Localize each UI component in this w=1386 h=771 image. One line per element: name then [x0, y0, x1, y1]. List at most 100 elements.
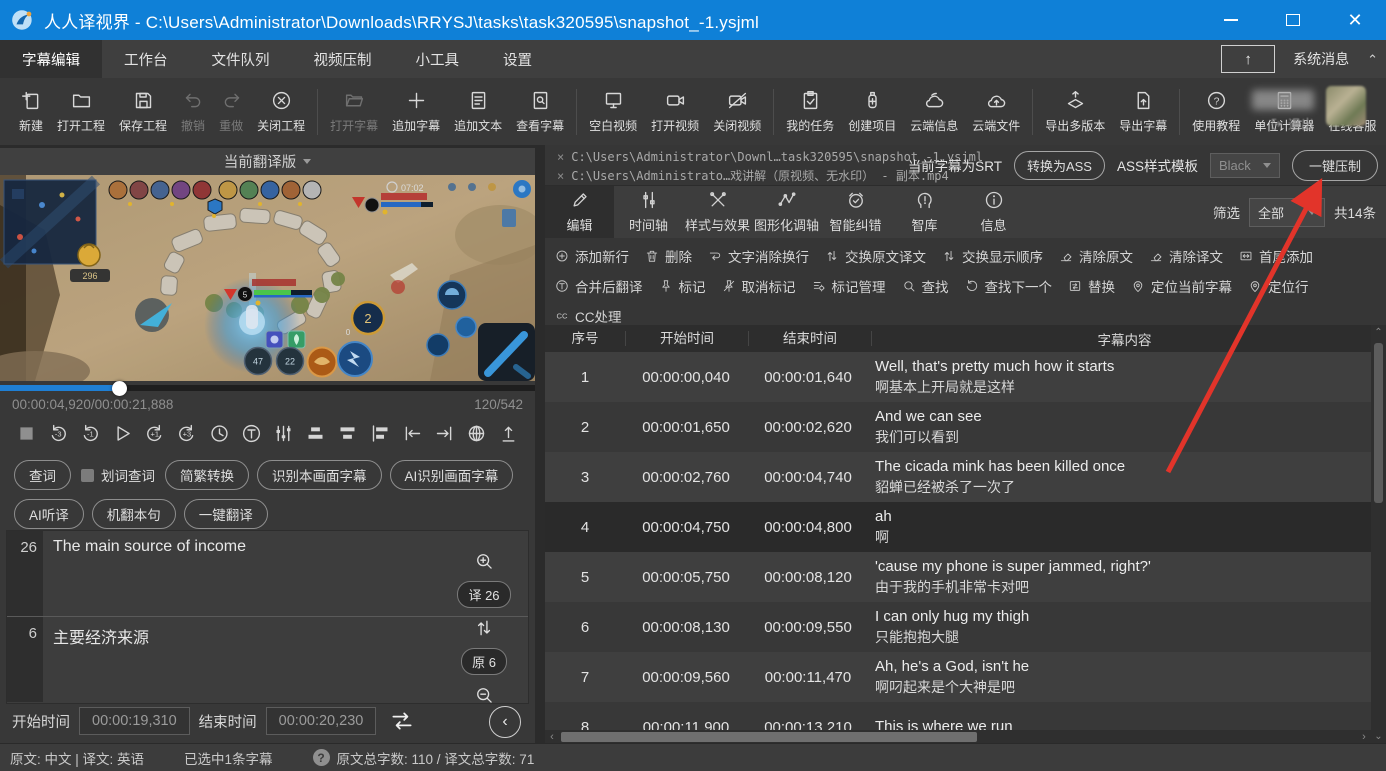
machine-translate-sentence-button[interactable]: 机翻本句	[92, 499, 176, 529]
subtitle-row-5[interactable]: 500:00:05,75000:00:08,120'cause my phone…	[545, 552, 1371, 602]
align-center-button[interactable]	[304, 421, 328, 445]
row-start-time[interactable]: 00:00:02,760	[625, 469, 747, 486]
row-start-time[interactable]: 00:00:00,040	[625, 369, 747, 386]
swap-lines-icon[interactable]	[474, 618, 494, 638]
highlight-lookup-checkbox[interactable]	[81, 469, 94, 482]
save-project-button[interactable]: 保存工程	[112, 78, 174, 145]
source-badge[interactable]: 原 6	[461, 648, 507, 675]
row-start-time[interactable]: 00:00:04,750	[625, 519, 747, 536]
replace-button[interactable]: 替换	[1068, 276, 1115, 296]
row-end-time[interactable]: 00:00:04,740	[747, 469, 869, 486]
mark-manager-button[interactable]: 标记管理	[812, 276, 886, 296]
blank-video-button[interactable]: 空白视频	[582, 78, 644, 145]
row-end-time[interactable]: 00:00:01,640	[747, 369, 869, 386]
export-versions-button[interactable]: 导出多版本	[1038, 78, 1112, 145]
clear-source-button[interactable]: 清除原文	[1059, 246, 1133, 266]
row-start-time[interactable]: 00:00:11,900	[625, 719, 747, 731]
menu-file-queue[interactable]: 文件队列	[190, 40, 292, 78]
start-time-input[interactable]: 00:00:19,310	[79, 707, 190, 735]
one-click-render-button[interactable]: 一键压制	[1292, 150, 1378, 181]
row-end-time[interactable]: 00:00:13,210	[747, 719, 869, 731]
row-start-time[interactable]: 00:00:09,560	[625, 669, 747, 686]
sliders-button[interactable]	[272, 421, 296, 445]
row-content[interactable]: Ah, he's a God, isn't he啊叼起来是个大神是吧	[869, 658, 1371, 696]
merge-translate-button[interactable]: 合并后翻译	[555, 276, 643, 296]
row-content[interactable]: Well, that's pretty much how it starts啊基…	[869, 358, 1371, 396]
subtitle-row-7[interactable]: 700:00:09,56000:00:11,470Ah, he's a God,…	[545, 652, 1371, 702]
simplified-traditional-button[interactable]: 简繁转换	[165, 460, 249, 490]
unmark-button[interactable]: 取消标记	[722, 276, 796, 296]
my-tasks-button[interactable]: 我的任务	[779, 78, 841, 145]
row-content[interactable]: The cicada mink has been killed once貂蝉已经…	[869, 458, 1371, 496]
timestamp-button[interactable]	[239, 421, 263, 445]
tab-graphic-timing[interactable]: 图形化调轴	[752, 186, 821, 238]
locate-playhead-button[interactable]	[465, 421, 489, 445]
subtitle-row-2[interactable]: 200:00:01,65000:00:02,620And we can see我…	[545, 402, 1371, 452]
menu-settings[interactable]: 设置	[481, 40, 554, 78]
system-message-label[interactable]: 系统消息	[1293, 49, 1349, 69]
set-end-time-button[interactable]	[432, 421, 456, 445]
undo-button[interactable]: 撤销	[174, 78, 212, 145]
cloud-files-button[interactable]: 云端文件	[965, 78, 1027, 145]
subtitle-row-1[interactable]: 100:00:00,04000:00:01,640Well, that's pr…	[545, 352, 1371, 402]
clock-button[interactable]	[207, 421, 231, 445]
stop-button[interactable]	[14, 421, 38, 445]
collapse-chevron-icon[interactable]: ⌃	[1367, 52, 1378, 68]
row-end-time[interactable]: 00:00:11,470	[747, 669, 869, 686]
filter-select[interactable]: 全部	[1249, 198, 1325, 227]
scroll-left-arrow[interactable]: ‹	[545, 730, 559, 744]
menu-video-encode[interactable]: 视频压制	[292, 40, 394, 78]
locate-current-subtitle-button[interactable]: 定位当前字幕	[1131, 276, 1232, 296]
row-content[interactable]: I can only hug my thigh只能抱抱大腿	[869, 608, 1371, 646]
menu-tools[interactable]: 小工具	[394, 40, 482, 78]
close-project-button[interactable]: 关闭工程	[250, 78, 312, 145]
upload-button[interactable]: ↑	[1221, 45, 1275, 73]
close-file-icon[interactable]: ×	[557, 150, 564, 164]
horizontal-scroll-thumb[interactable]	[561, 732, 977, 742]
row-end-time[interactable]: 00:00:04,800	[747, 519, 869, 536]
subtitle-row-3[interactable]: 300:00:02,76000:00:04,740The cicada mink…	[545, 452, 1371, 502]
row-end-time[interactable]: 00:00:02,620	[747, 419, 869, 436]
close-file-icon[interactable]: ×	[557, 169, 564, 183]
maximize-button[interactable]	[1262, 0, 1324, 40]
tab-info[interactable]: 信息	[959, 186, 1028, 238]
seek-back-3-button[interactable]: -3	[46, 421, 70, 445]
end-time-input[interactable]: 00:00:20,230	[266, 707, 377, 735]
scroll-down-arrow[interactable]: ⌄	[1371, 731, 1386, 742]
tab-timeline[interactable]: 时间轴	[614, 186, 683, 238]
translate-all-button[interactable]: 一键翻译	[184, 499, 268, 529]
menu-subtitle-edit[interactable]: 字幕编辑	[0, 40, 102, 78]
translation-badge[interactable]: 译 26	[457, 581, 510, 608]
add-prefix-suffix-button[interactable]: 首尾添加	[1239, 246, 1313, 266]
close-button[interactable]: ✕	[1324, 0, 1386, 40]
play-button[interactable]	[111, 421, 135, 445]
row-content[interactable]: ah啊	[869, 508, 1371, 546]
align-bottom-button[interactable]	[336, 421, 360, 445]
logout-button[interactable]: 退出	[1270, 114, 1314, 133]
close-video-button[interactable]: 关闭视频	[706, 78, 768, 145]
minimize-button[interactable]	[1200, 0, 1262, 40]
jump-to-start-button[interactable]	[497, 421, 521, 445]
append-text-button[interactable]: 追加文本	[447, 78, 509, 145]
collapse-panel-button[interactable]: ‹	[489, 706, 521, 738]
swap-times-icon[interactable]	[389, 708, 415, 734]
seek-back-1-button[interactable]: -1	[78, 421, 102, 445]
open-subtitle-button[interactable]: 打开字幕	[323, 78, 385, 145]
tutorial-button[interactable]: 使用教程	[1185, 78, 1247, 145]
row-start-time[interactable]: 00:00:05,750	[625, 569, 747, 586]
ass-template-select[interactable]: Black	[1210, 153, 1280, 178]
tab-knowledge[interactable]: 智库	[890, 186, 959, 238]
export-subtitle-button[interactable]: 导出字幕	[1112, 78, 1174, 145]
find-next-button[interactable]: 查找下一个	[965, 276, 1053, 296]
row-end-time[interactable]: 00:00:09,550	[747, 619, 869, 636]
tab-edit[interactable]: 编辑	[545, 186, 614, 238]
avatar[interactable]	[1326, 86, 1366, 126]
video-file-path[interactable]: ×C:\Users\Administrato…戏讲解（原视频、无水印） - 副本…	[557, 167, 949, 184]
cc-process-button[interactable]: CC处理	[555, 306, 622, 326]
zoom-in-icon[interactable]	[474, 551, 494, 571]
row-start-time[interactable]: 00:00:08,130	[625, 619, 747, 636]
clear-target-button[interactable]: 清除译文	[1149, 246, 1223, 266]
seek-forward-1-button[interactable]: +1	[143, 421, 167, 445]
scroll-up-arrow[interactable]: ⌃	[1371, 327, 1386, 338]
row-end-time[interactable]: 00:00:08,120	[747, 569, 869, 586]
